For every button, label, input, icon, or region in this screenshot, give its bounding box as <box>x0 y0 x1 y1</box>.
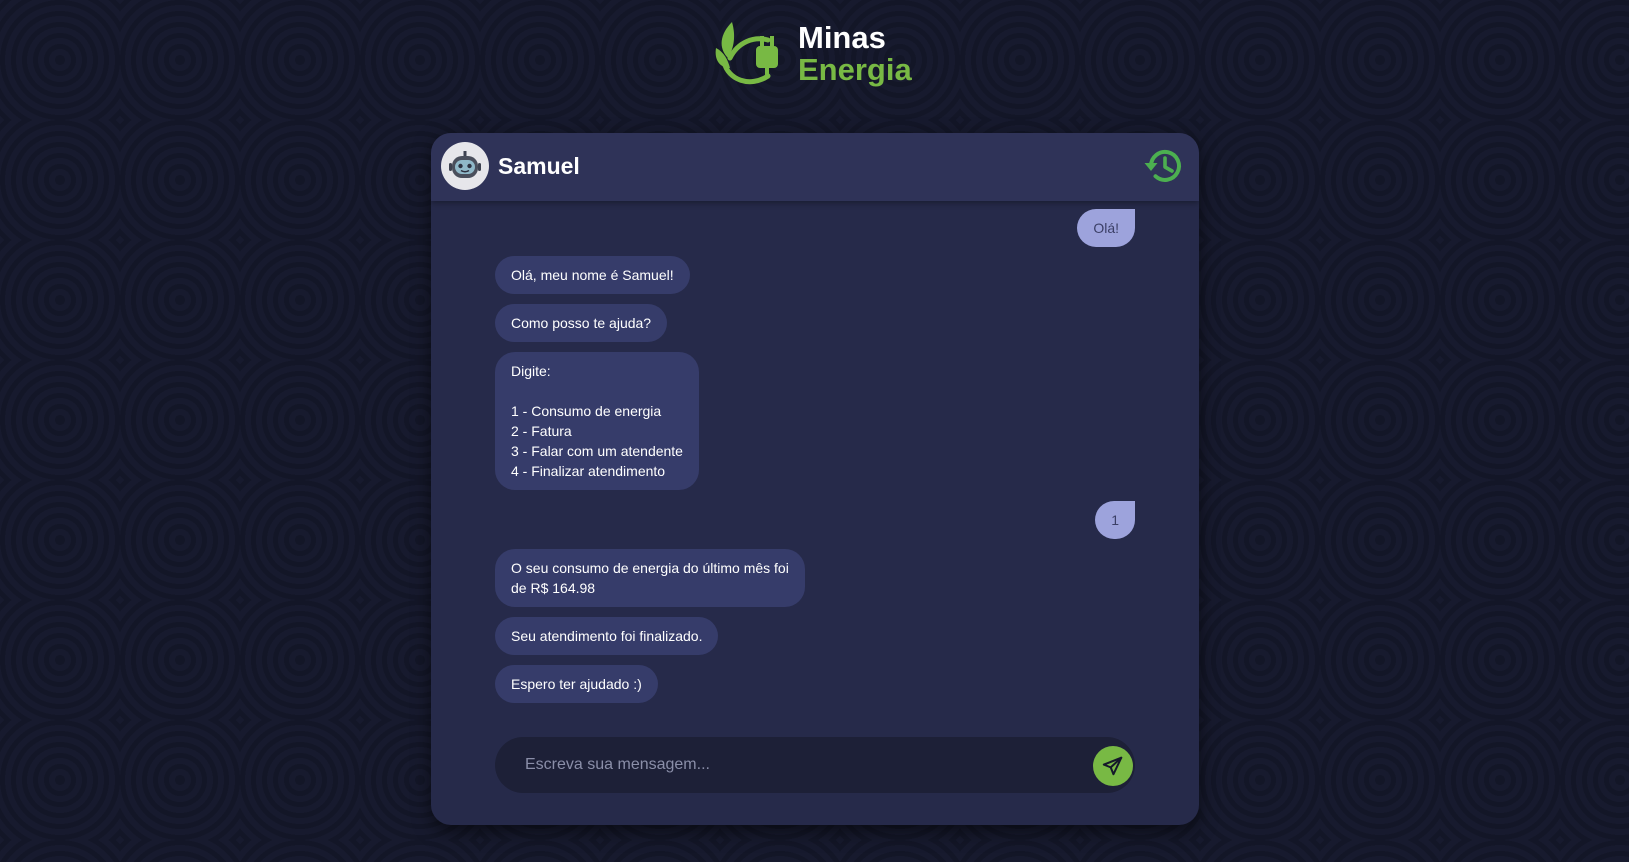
send-button[interactable] <box>1093 746 1133 786</box>
bot-message: O seu consumo de energia do último mês f… <box>495 549 805 607</box>
history-icon <box>1144 149 1181 182</box>
brand-logo: Minas Energia <box>710 18 912 90</box>
brand-name-line2: Energia <box>798 52 912 87</box>
bot-message: Como posso te ajuda? <box>495 304 668 342</box>
chat-header: Samuel <box>431 133 1199 201</box>
bot-avatar <box>441 142 489 190</box>
history-button[interactable] <box>1143 145 1185 187</box>
bot-message: Espero ter ajudado :) <box>495 665 658 703</box>
message-composer <box>495 737 1135 793</box>
message-input[interactable] <box>525 751 1065 779</box>
user-message: Olá! <box>1077 209 1135 247</box>
chat-window: Samuel Olá! Olá, meu nome é Samuel! Como… <box>431 133 1199 825</box>
user-message: 1 <box>1095 501 1135 539</box>
send-icon <box>1102 756 1123 776</box>
brand-name-line1: Minas <box>798 20 886 55</box>
bot-message: Olá, meu nome é Samuel! <box>495 256 690 294</box>
leaf-plug-icon <box>715 22 778 85</box>
robot-icon <box>449 151 481 178</box>
bot-message: Seu atendimento foi finalizado. <box>495 617 719 655</box>
bot-message-menu: Digite: 1 - Consumo de energia 2 - Fatur… <box>495 352 699 490</box>
bot-name: Samuel <box>498 153 580 179</box>
message-list: Olá! Olá, meu nome é Samuel! Como posso … <box>431 201 1199 721</box>
